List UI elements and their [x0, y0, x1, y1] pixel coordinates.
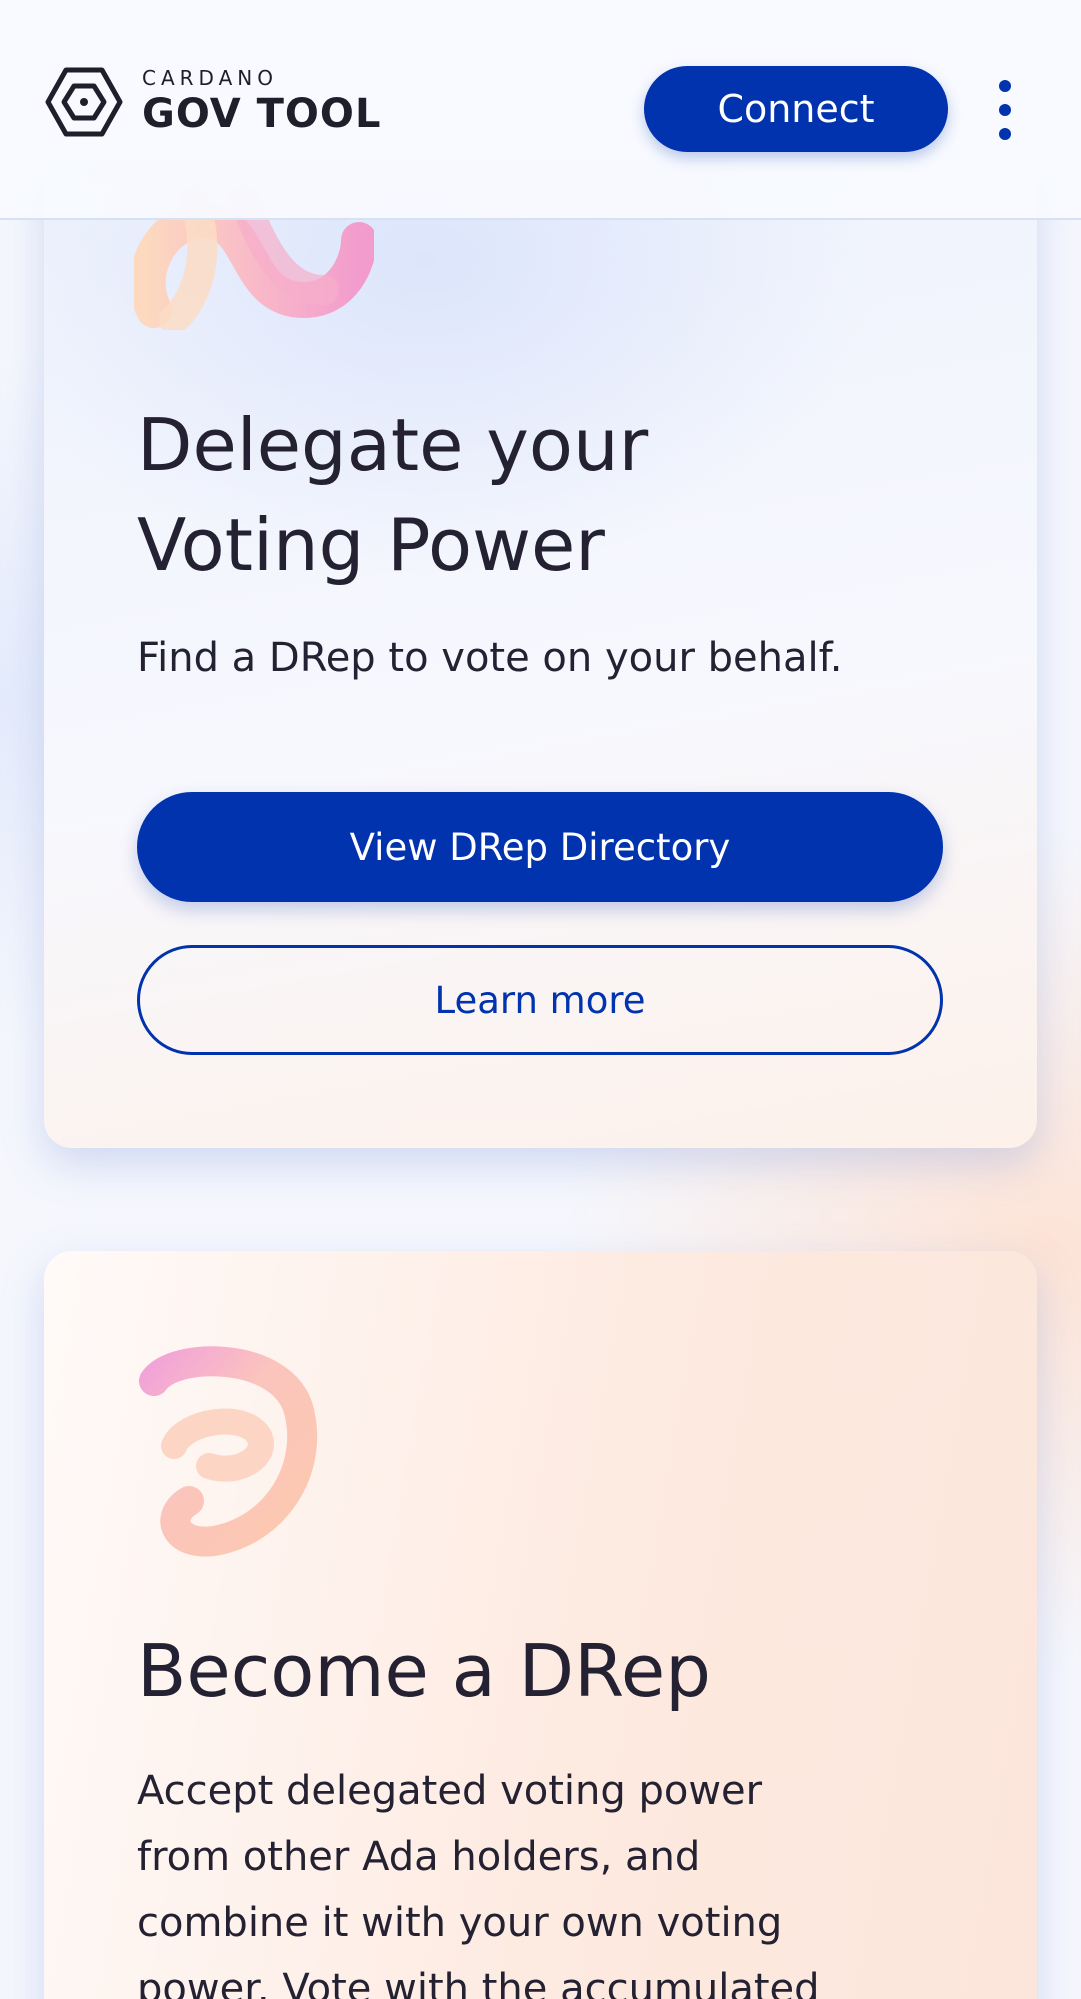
- logo-text: CARDANO GOV TOOL: [142, 68, 381, 136]
- app-header: CARDANO GOV TOOL Connect: [0, 0, 1081, 220]
- hexagon-logo-icon: [45, 67, 123, 137]
- page: Delegate your Voting Power Find a DRep t…: [0, 0, 1081, 1999]
- logo-top-text: CARDANO: [142, 66, 278, 90]
- description-line: power. Vote with the accumulated: [137, 1966, 820, 1999]
- connect-wallet-button[interactable]: Connect: [644, 66, 948, 152]
- menu-dot: [999, 104, 1011, 116]
- more-vertical-icon[interactable]: [985, 80, 1025, 140]
- delegate-title: Delegate your Voting Power: [137, 395, 648, 595]
- delegate-card: Delegate your Voting Power Find a DRep t…: [44, 160, 1037, 1148]
- become-drep-description: Accept delegated voting power from other…: [137, 1758, 820, 1999]
- description-line: combine it with your own voting: [137, 1900, 783, 1946]
- view-drep-directory-button[interactable]: View DRep Directory: [137, 792, 943, 902]
- delegate-title-line1: Delegate your: [137, 403, 649, 487]
- description-line: from other Ada holders, and: [137, 1834, 701, 1880]
- description-line: Accept delegated voting power: [137, 1768, 763, 1814]
- cardano-govtool-logo[interactable]: CARDANO GOV TOOL: [44, 66, 381, 138]
- delegate-title-line2: Voting Power: [137, 503, 605, 587]
- coil-illustration-icon: [139, 1346, 318, 1557]
- learn-more-button[interactable]: Learn more: [137, 945, 943, 1055]
- become-drep-card: Become a DRep Accept delegated voting po…: [44, 1251, 1037, 1999]
- become-drep-title: Become a DRep: [137, 1629, 711, 1713]
- menu-dot: [999, 128, 1011, 140]
- logo-bottom-text: GOV TOOL: [142, 91, 382, 137]
- menu-dot: [999, 80, 1011, 92]
- delegate-description: Find a DRep to vote on your behalf.: [137, 635, 843, 681]
